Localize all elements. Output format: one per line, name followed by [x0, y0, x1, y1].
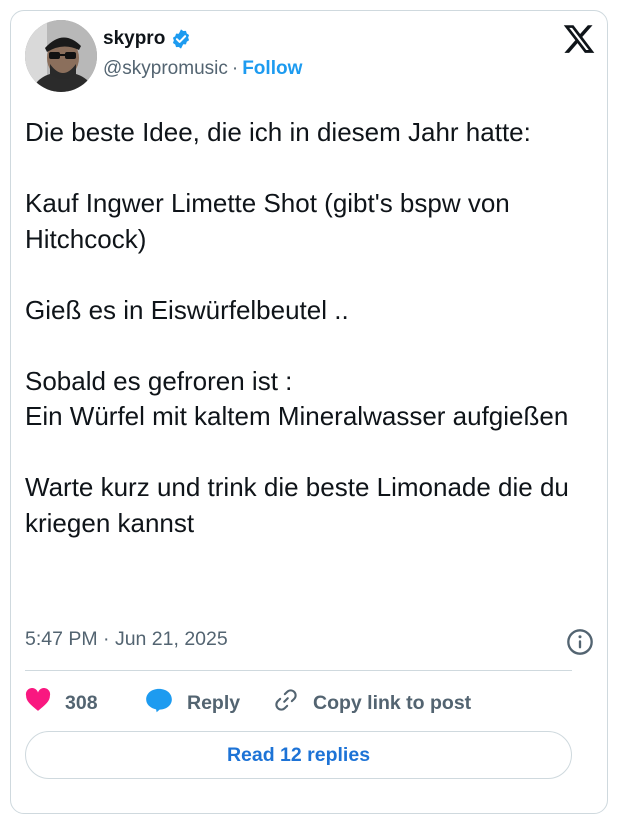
separator-dot: ·	[231, 58, 239, 79]
verified-badge-icon	[170, 28, 192, 50]
reply-button[interactable]: Reply	[145, 687, 271, 719]
heart-icon	[25, 688, 51, 718]
link-icon	[271, 686, 301, 720]
tweet-timestamp[interactable]: 5:47 PM · Jun 21, 2025	[25, 628, 228, 651]
copy-link-button[interactable]: Copy link to post	[271, 686, 471, 720]
x-logo-icon[interactable]	[562, 22, 596, 56]
divider	[25, 670, 572, 671]
read-replies-button[interactable]: Read 12 replies	[25, 731, 572, 779]
reply-label: Reply	[187, 691, 241, 714]
author-name[interactable]: skypro	[103, 28, 165, 50]
action-bar: 308 Reply Copy link to post	[25, 686, 471, 720]
tweet-text: Die beste Idee, die ich in diesem Jahr h…	[25, 117, 569, 538]
like-count: 308	[65, 691, 98, 714]
copy-link-label: Copy link to post	[313, 691, 472, 714]
info-icon[interactable]	[566, 628, 594, 656]
author-handle-row: @skypromusic · Follow	[103, 58, 302, 80]
read-replies-label: Read 12 replies	[226, 743, 371, 766]
author-handle[interactable]: @skypromusic	[103, 58, 228, 79]
reply-bubble-icon	[145, 687, 173, 719]
like-button[interactable]: 308	[25, 688, 145, 718]
author-name-row: skypro	[103, 28, 192, 50]
follow-button[interactable]: Follow	[242, 58, 302, 79]
avatar[interactable]	[25, 20, 97, 92]
